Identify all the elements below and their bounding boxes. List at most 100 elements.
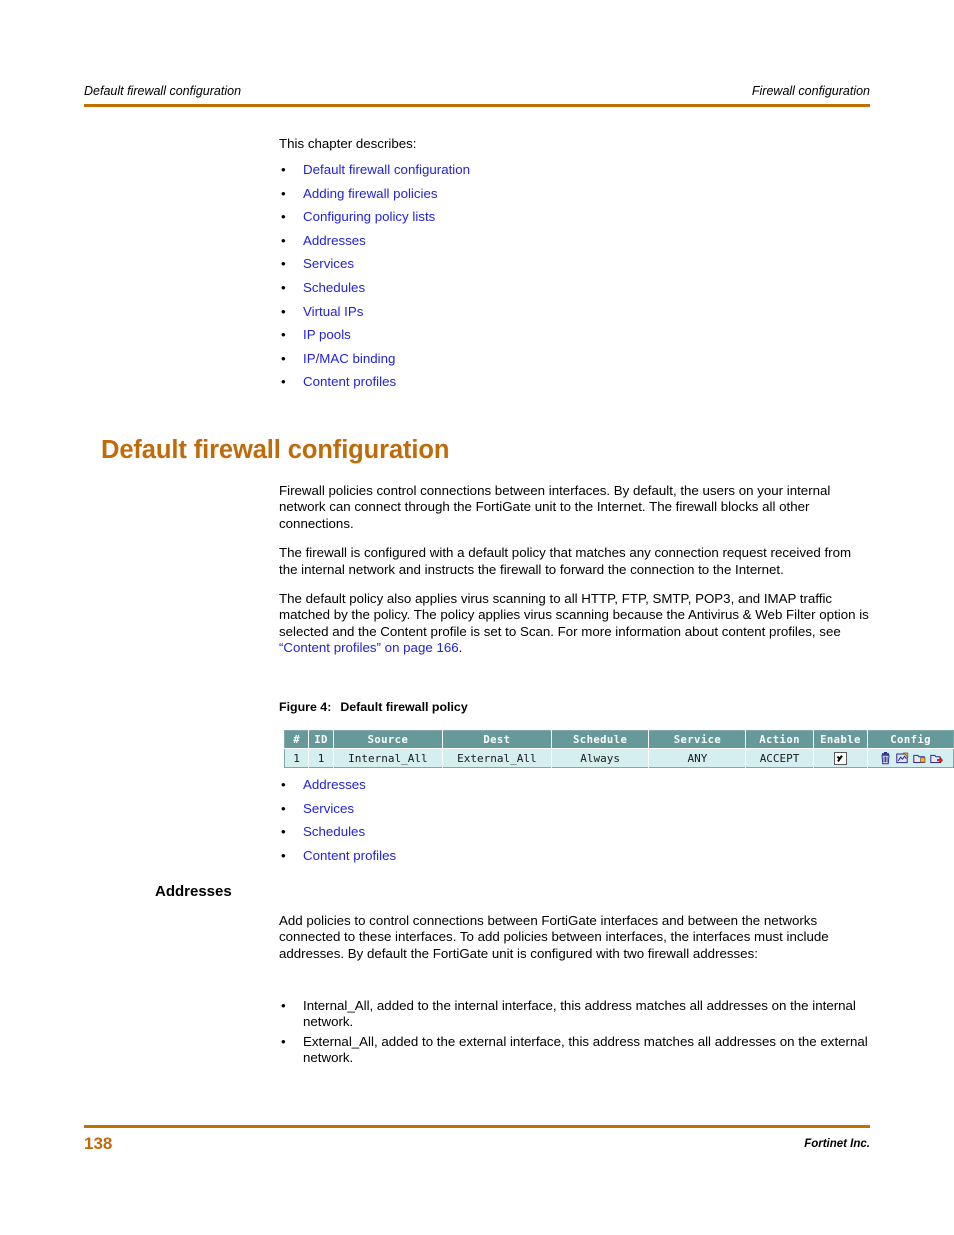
bullet-glyph: • [281,256,286,272]
list-item: • Addresses [279,233,871,249]
cell-dest: External_All [442,748,552,768]
bullet-glyph: • [281,303,286,319]
figure-toc-list: • Addresses • Services • Schedules • Con… [279,777,871,871]
paragraph-1: Firewall policies control connections be… [279,483,831,531]
cell-number: 1 [284,748,310,768]
move-policy-icon[interactable] [929,752,943,765]
list-item: • IP pools [279,327,871,343]
list-item: • Default firewall configuration [279,162,871,178]
cell-action: ACCEPT [745,748,814,768]
column-header-enable: Enable [813,730,869,749]
document-page: Default firewall configuration Firewall … [0,0,954,1235]
intro-text: This chapter describes: [279,136,417,151]
link-services[interactable]: Services [303,801,354,816]
list-item: • Virtual IPs [279,304,871,320]
column-header-config: Config [867,730,954,749]
toc-link-services[interactable]: Services [303,256,354,271]
column-header-dest: Dest [442,730,552,749]
list-item: • External_All, added to the external in… [279,1034,871,1067]
bullet-glyph: • [281,824,286,840]
cell-source: Internal_All [333,748,443,768]
header-rule [84,104,870,107]
toc-link-virtual-ips[interactable]: Virtual IPs [303,304,363,319]
column-header-source: Source [333,730,443,749]
insert-policy-icon[interactable] [912,752,926,765]
figure-title: Default firewall policy [340,700,468,714]
running-header-left: Default firewall configuration [84,84,242,98]
toc-link-ip-pools[interactable]: IP pools [303,327,351,342]
link-addresses[interactable]: Addresses [303,777,366,792]
list-item: • Schedules [279,824,871,840]
bullet-glyph: • [281,350,286,366]
list-item: • Services [279,256,871,272]
list-item: • Adding firewall policies [279,186,871,202]
running-header-right: Firewall configuration [751,84,870,98]
address-item-internal-all: Internal_All, added to the internal inte… [303,998,856,1030]
list-item: • Addresses [279,777,871,793]
toc-link-configuring-policy-lists[interactable]: Configuring policy lists [303,209,435,224]
column-header-service: Service [648,730,747,749]
list-item: • Internal_All, added to the internal in… [279,998,871,1031]
toc-link-schedules[interactable]: Schedules [303,280,365,295]
column-header-schedule: Schedule [551,730,650,749]
bullet-glyph: • [281,777,286,792]
bullet-glyph: • [281,209,286,225]
table-header-row: # ID Source Dest Schedule Service Action… [284,730,954,749]
list-item: • Schedules [279,280,871,296]
page-number: 138 [84,1134,113,1153]
bullet-glyph: • [281,327,286,343]
toc-link-adding-firewall-policies[interactable]: Adding firewall policies [303,186,438,201]
paragraph-3: The default policy also applies virus sc… [279,591,871,657]
cell-config [867,748,954,768]
address-item-external-all: External_All, added to the external inte… [303,1033,868,1066]
toc-link-addresses[interactable]: Addresses [303,233,366,248]
bullet-glyph: • [281,162,286,177]
addresses-paragraph: Add policies to control connections betw… [279,913,829,961]
toc-link-content-profiles[interactable]: Content profiles [303,374,396,389]
list-item: • Services [279,801,871,817]
list-item: • Content profiles [279,374,871,390]
chapter-toc-list: • Default firewall configuration • Addin… [279,162,871,398]
addresses-bullet-list: • Internal_All, added to the internal in… [279,998,871,1070]
figure-caption: Figure 4: Default firewall policy [279,700,468,714]
toc-link-ip-mac-binding[interactable]: IP/MAC binding [303,351,395,366]
bullet-glyph: • [281,1033,286,1049]
body-paragraphs: Firewall policies control connections be… [279,483,871,670]
cell-enable [813,748,869,768]
list-item: • Configuring policy lists [279,209,871,225]
paragraph-2: The firewall is configured with a defaul… [279,545,852,577]
firewall-policy-table: # ID Source Dest Schedule Service Action… [284,730,954,768]
section-heading-addresses: Addresses [155,883,232,900]
figure-number: Figure 4: [279,700,332,714]
delete-icon[interactable] [879,751,892,765]
bullet-glyph: • [281,998,286,1013]
page-title: Default firewall configuration [101,436,450,464]
bullet-glyph: • [281,232,286,248]
link-schedules[interactable]: Schedules [303,824,365,839]
paragraph-3-text: The default policy also applies virus sc… [279,591,869,639]
xref-content-profiles-page-166[interactable]: “Content profiles” on page 166 [279,640,459,655]
cell-id: 1 [308,748,334,768]
footer-company: Fortinet Inc. [804,1138,870,1150]
bullet-glyph: • [281,185,286,201]
paragraph-3-period: . [458,640,463,656]
enable-checkbox[interactable] [833,751,847,765]
list-item: • Content profiles [279,848,871,864]
footer-rule [84,1125,870,1128]
column-header-id: ID [308,730,334,749]
list-item: • IP/MAC binding [279,351,871,367]
bullet-glyph: • [281,279,286,295]
bullet-glyph: • [281,800,286,816]
bullet-glyph: • [281,847,286,863]
link-content-profiles[interactable]: Content profiles [303,848,396,863]
page-footer: 138 Fortinet Inc. [84,1134,870,1154]
column-header-action: Action [745,730,814,749]
bullet-glyph: • [281,374,286,390]
column-header-number: # [284,730,310,749]
cell-service: ANY [648,748,747,768]
running-header: Default firewall configuration Firewall … [84,84,870,98]
addresses-body: Add policies to control connections betw… [279,913,871,975]
edit-icon[interactable] [895,752,909,765]
toc-link-default-firewall-configuration[interactable]: Default firewall configuration [303,162,470,177]
table-row: 1 1 Internal_All External_All Always ANY… [284,748,954,768]
